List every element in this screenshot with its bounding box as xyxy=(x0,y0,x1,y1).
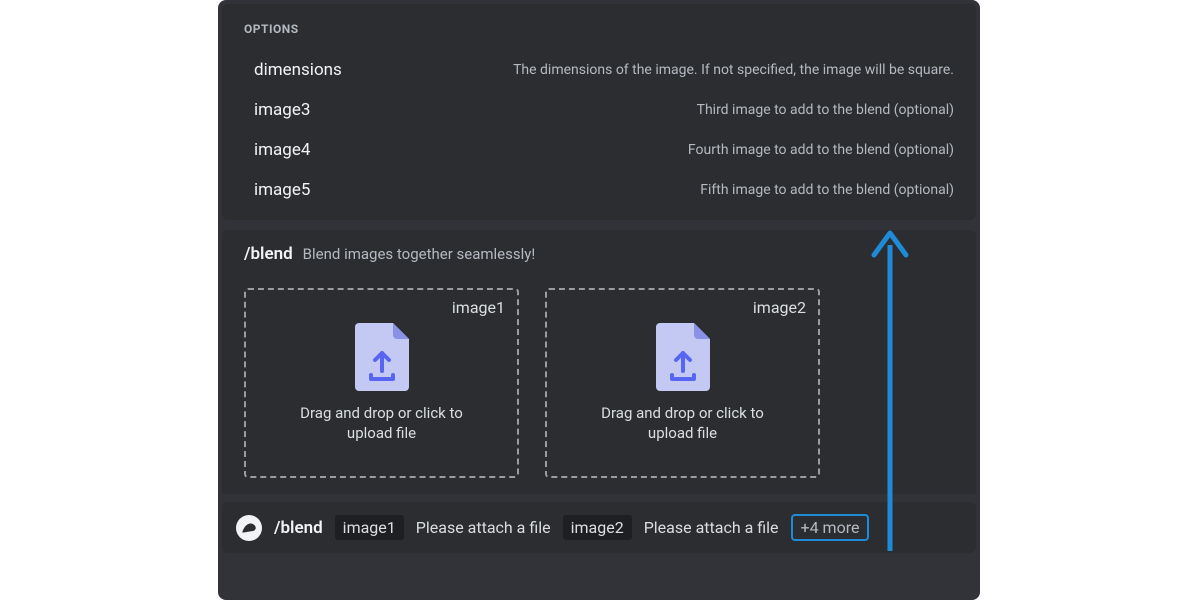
param-value: Please attach a file xyxy=(412,515,555,540)
param-chip-image2[interactable]: image2 xyxy=(563,515,632,540)
param-name: image2 xyxy=(571,518,624,537)
option-name: image3 xyxy=(254,100,310,120)
bot-avatar-icon xyxy=(236,515,262,541)
upload-slots: image1 Drag and drop or click to upload … xyxy=(222,278,976,494)
upload-hint: Drag and drop or click to upload file xyxy=(583,403,783,444)
param-name: image1 xyxy=(343,518,396,537)
option-desc: Third image to add to the blend (optiona… xyxy=(697,102,954,118)
input-command: /blend xyxy=(274,518,323,538)
slot-label: image2 xyxy=(753,298,806,317)
option-name: dimensions xyxy=(254,60,342,80)
option-row-image3[interactable]: image3 Third image to add to the blend (… xyxy=(244,90,954,130)
param-chip-image1[interactable]: image1 xyxy=(335,515,404,540)
upload-slot-image2[interactable]: image2 Drag and drop or click to upload … xyxy=(545,288,820,478)
option-name: image4 xyxy=(254,140,310,160)
option-row-image5[interactable]: image5 Fifth image to add to the blend (… xyxy=(244,170,954,210)
discord-command-ui: OPTIONS dimensions The dimensions of the… xyxy=(218,0,980,600)
option-row-image4[interactable]: image4 Fourth image to add to the blend … xyxy=(244,130,954,170)
options-header: OPTIONS xyxy=(244,22,954,36)
option-name: image5 xyxy=(254,180,310,200)
options-panel: OPTIONS dimensions The dimensions of the… xyxy=(222,4,976,220)
option-desc: Fifth image to add to the blend (optiona… xyxy=(700,182,954,198)
upload-slot-image1[interactable]: image1 Drag and drop or click to upload … xyxy=(244,288,519,478)
command-input-bar[interactable]: /blend image1 Please attach a file image… xyxy=(222,502,976,553)
option-desc: The dimensions of the image. If not spec… xyxy=(513,62,954,78)
command-name: /blend xyxy=(244,244,293,264)
upload-hint: Drag and drop or click to upload file xyxy=(282,403,482,444)
option-desc: Fourth image to add to the blend (option… xyxy=(688,142,954,158)
command-header: /blend Blend images together seamlessly! xyxy=(222,230,976,278)
slot-label: image1 xyxy=(452,298,505,317)
file-upload-icon xyxy=(355,323,409,391)
more-options-button[interactable]: +4 more xyxy=(791,514,870,541)
command-desc: Blend images together seamlessly! xyxy=(303,245,536,263)
param-value: Please attach a file xyxy=(640,515,783,540)
command-panel: /blend Blend images together seamlessly!… xyxy=(222,230,976,494)
file-upload-icon xyxy=(656,323,710,391)
option-row-dimensions[interactable]: dimensions The dimensions of the image. … xyxy=(244,50,954,90)
